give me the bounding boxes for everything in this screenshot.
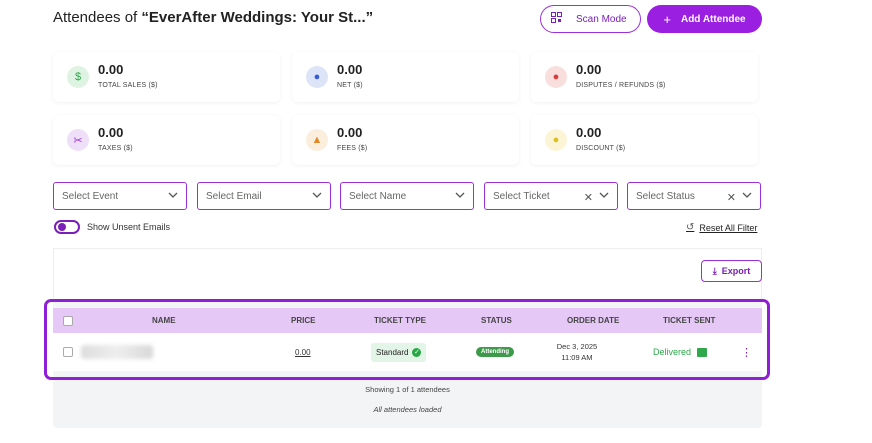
stat-label: DISPUTES / REFUNDS ($) <box>576 82 666 89</box>
row-highlight-frame <box>44 299 770 380</box>
add-attendee-label: Add Attendee <box>680 13 746 25</box>
export-label: Export <box>721 266 751 276</box>
select-event-placeholder: Select Event <box>62 190 119 202</box>
all-loaded-text: All attendees loaded <box>373 405 442 414</box>
show-unsent-emails-label: Show Unsent Emails <box>87 222 171 232</box>
title-event-name: “EverAfter Weddings: Your St...” <box>141 9 374 26</box>
stat-value: 0.00 <box>576 125 602 140</box>
page-title: Attendees of “EverAfter Weddings: Your S… <box>53 9 373 26</box>
clear-status-icon[interactable]: ✕ <box>727 191 736 204</box>
dollar-icon: $ <box>67 66 89 88</box>
select-event-dropdown[interactable]: Select Event <box>53 182 187 210</box>
plus-icon: + <box>663 11 671 27</box>
stat-label: TAXES ($) <box>98 145 133 152</box>
chevron-down-icon <box>168 192 178 198</box>
clear-ticket-icon[interactable]: ✕ <box>584 191 593 204</box>
select-name-placeholder: Select Name <box>349 190 407 202</box>
stat-card-discount: ● 0.00 DISCOUNT ($) <box>531 115 758 165</box>
scissors-icon: ✂ <box>67 129 89 151</box>
chevron-down-icon <box>599 192 609 198</box>
title-prefix: Attendees of <box>53 9 142 26</box>
scan-mode-label: Scan Mode <box>576 13 627 25</box>
add-attendee-button[interactable]: + Add Attendee <box>647 5 762 33</box>
stat-value: 0.00 <box>337 125 363 140</box>
stat-label: FEES ($) <box>337 145 368 152</box>
stat-card-taxes: ✂ 0.00 TAXES ($) <box>53 115 280 165</box>
select-email-dropdown[interactable]: Select Email <box>197 182 331 210</box>
select-name-dropdown[interactable]: Select Name <box>340 182 474 210</box>
reset-all-filter-label: Reset All Filter <box>699 222 758 233</box>
select-ticket-dropdown[interactable]: Select Ticket ✕ <box>484 182 618 210</box>
stat-label: DISCOUNT ($) <box>576 145 626 152</box>
stat-card-total-sales: $ 0.00 TOTAL SALES ($) <box>53 52 280 102</box>
qr-code-icon <box>551 12 562 26</box>
stat-value: 0.00 <box>98 62 124 77</box>
coin-icon: ● <box>545 129 567 151</box>
stat-value: 0.00 <box>98 125 124 140</box>
select-status-dropdown[interactable]: Select Status ✕ <box>627 182 761 210</box>
refresh-icon: ↺ <box>686 222 695 233</box>
stat-card-net: ● 0.00 NET ($) <box>292 52 519 102</box>
stat-card-disputes: ● 0.00 DISPUTES / REFUNDS ($) <box>531 52 758 102</box>
select-status-placeholder: Select Status <box>636 190 695 202</box>
download-icon: ⤓ <box>712 265 717 276</box>
chevron-down-icon <box>742 192 752 198</box>
reset-all-filter-link[interactable]: ↺ Reset All Filter <box>686 222 757 233</box>
select-email-placeholder: Select Email <box>206 190 262 202</box>
toggle-knob <box>58 223 66 231</box>
stat-label: NET ($) <box>337 82 363 89</box>
show-unsent-emails-toggle[interactable] <box>54 220 80 234</box>
showing-count: Showing 1 of 1 attendees <box>365 385 450 394</box>
refund-icon: ● <box>545 66 567 88</box>
fee-icon: ▲ <box>306 129 328 151</box>
export-button[interactable]: ⤓ Export <box>701 260 762 282</box>
money-bag-icon: ● <box>306 66 328 88</box>
stat-card-fees: ▲ 0.00 FEES ($) <box>292 115 519 165</box>
stat-label: TOTAL SALES ($) <box>98 82 158 89</box>
panel-toolbar <box>53 248 762 300</box>
chevron-down-icon <box>455 192 465 198</box>
scan-mode-button[interactable]: Scan Mode <box>540 5 641 33</box>
attendees-page: Attendees of “EverAfter Weddings: Your S… <box>0 0 872 443</box>
select-ticket-placeholder: Select Ticket <box>493 190 550 202</box>
chevron-down-icon <box>312 192 322 198</box>
stat-value: 0.00 <box>337 62 363 77</box>
stat-value: 0.00 <box>576 62 602 77</box>
